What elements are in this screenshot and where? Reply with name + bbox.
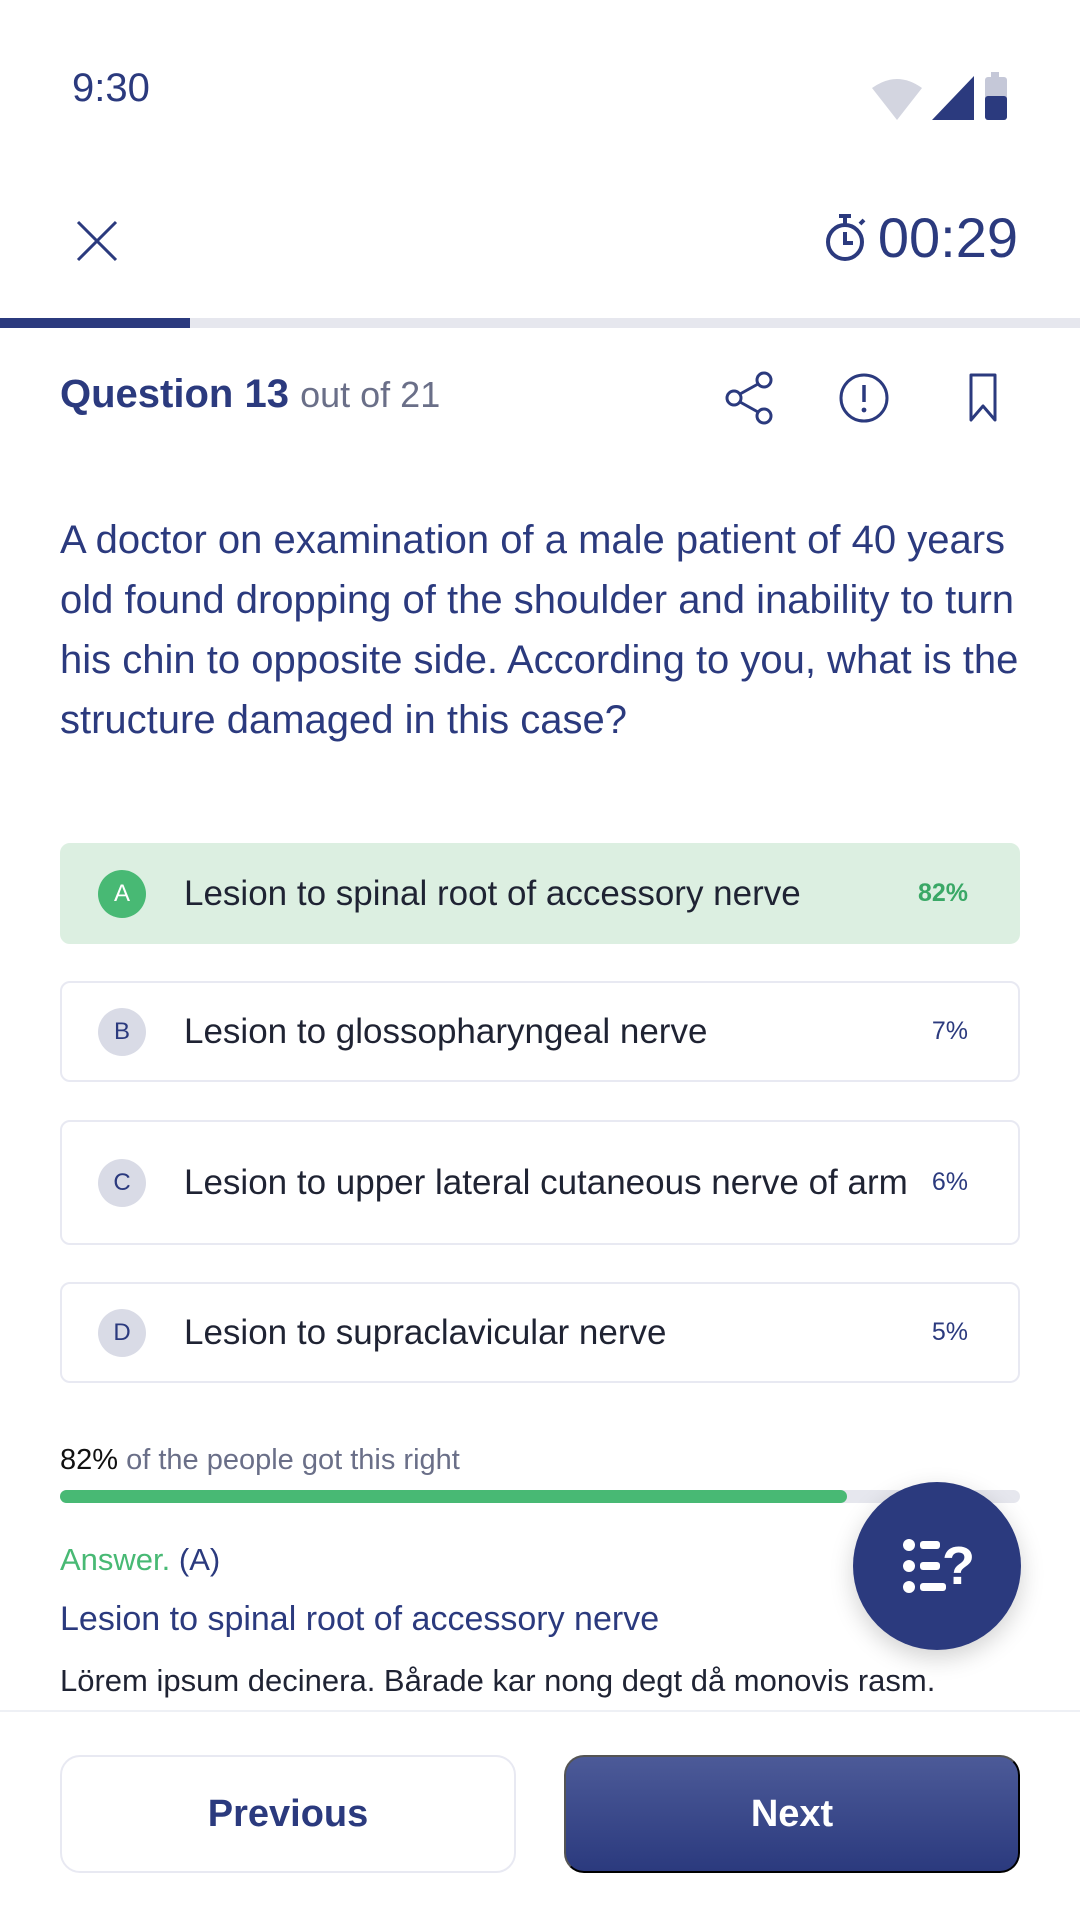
stats-label: of the people got this right (126, 1444, 460, 1476)
question-text: A doctor on examination of a male patien… (60, 518, 1019, 742)
svg-text:?: ? (942, 1538, 972, 1594)
option-c[interactable]: C Lesion to upper lateral cutaneous nerv… (60, 1120, 1020, 1245)
question-number: 13 (244, 372, 289, 416)
previous-button[interactable]: Previous (60, 1755, 516, 1873)
answer-title: Lesion to spinal root of accessory nerve (60, 1600, 660, 1638)
battery-icon (985, 72, 1007, 120)
wifi-icon (872, 79, 922, 120)
answer-label: Answer. (A) (60, 1542, 220, 1578)
option-letter: B (98, 1007, 146, 1056)
option-percent: 7% (931, 1017, 968, 1045)
answer-prefix: Answer. (60, 1542, 171, 1577)
bookmark-icon[interactable] (955, 370, 1011, 426)
stats-bar (60, 1490, 1020, 1503)
next-button[interactable]: Next (564, 1755, 1020, 1873)
footer-divider (0, 1710, 1080, 1712)
quiz-progress-fill (0, 318, 191, 328)
option-a[interactable]: A Lesion to spinal root of accessory ner… (60, 843, 1020, 944)
share-icon[interactable] (722, 370, 778, 426)
question-list-icon: ? (903, 1538, 972, 1594)
option-b[interactable]: B Lesion to glossopharyngeal nerve 7% (60, 981, 1020, 1082)
option-percent: 82% (917, 879, 968, 907)
close-icon[interactable] (74, 218, 120, 264)
option-text: Lesion to glossopharyngeal nerve (184, 1011, 708, 1051)
stats-bar-fill (60, 1490, 848, 1503)
stats-text: 82% of the people got this right (60, 1444, 460, 1477)
option-letter: D (98, 1308, 146, 1357)
option-percent: 5% (931, 1318, 968, 1346)
answer-letter: (A) (178, 1542, 221, 1577)
timer: 00:29 (824, 205, 1018, 270)
option-percent: 6% (931, 1168, 968, 1196)
answer-explanation: Lörem ipsum decinera. Bårade kar nong de… (60, 1663, 936, 1698)
stopwatch-icon (825, 213, 866, 261)
question-total: out of 21 (300, 374, 441, 415)
status-icons (870, 72, 1008, 120)
option-letter: A (98, 869, 146, 918)
option-text: Lesion to supraclavicular nerve (184, 1312, 667, 1352)
signal-icon (932, 76, 974, 120)
question-label: Question (60, 372, 234, 416)
quiz-progress-bar (0, 318, 1080, 328)
question-header: Question 13 out of 21 (60, 372, 440, 417)
status-time: 9:30 (72, 66, 150, 110)
report-icon[interactable] (836, 370, 892, 426)
question-list-button[interactable]: ? (853, 1482, 1021, 1650)
option-text: Lesion to spinal root of accessory nerve (184, 873, 801, 913)
option-d[interactable]: D Lesion to supraclavicular nerve 5% (60, 1282, 1020, 1383)
option-text: Lesion to upper lateral cutaneous nerve … (184, 1162, 908, 1202)
option-letter: C (98, 1158, 146, 1207)
stats-percent: 82% (60, 1444, 119, 1476)
timer-value: 00:29 (877, 206, 1018, 269)
